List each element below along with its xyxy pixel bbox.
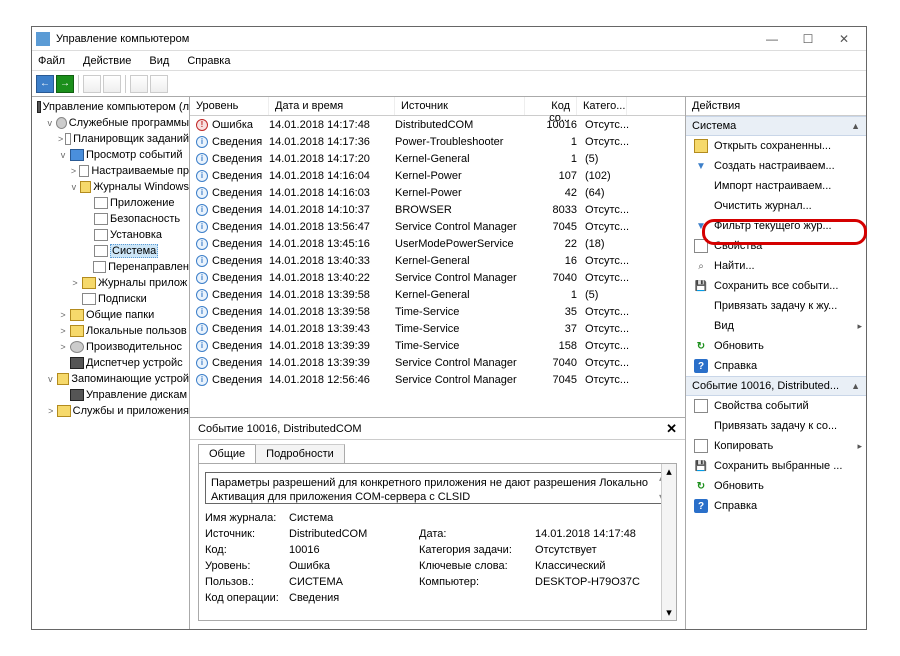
- toolbar-button[interactable]: [83, 75, 101, 93]
- table-row[interactable]: iСведения14.01.2018 13:39:39Time-Service…: [190, 337, 685, 354]
- action-item[interactable]: 💾Сохранить выбранные ...: [686, 456, 866, 476]
- action-item[interactable]: Привязать задачу к жу...: [686, 296, 866, 316]
- table-row[interactable]: iСведения14.01.2018 13:40:33Kernel-Gener…: [190, 252, 685, 269]
- detail-pane: Событие 10016, DistributedCOM ✕ Общие По…: [190, 417, 685, 629]
- action-item[interactable]: ?Справка: [686, 496, 866, 516]
- tree-node[interactable]: vСлужебные программы: [32, 115, 189, 131]
- tab-details[interactable]: Подробности: [255, 444, 345, 463]
- table-row[interactable]: iСведения14.01.2018 13:39:43Time-Service…: [190, 320, 685, 337]
- action-item[interactable]: ▼Создать настраиваем...: [686, 156, 866, 176]
- tree-node[interactable]: Диспетчер устройс: [32, 355, 189, 371]
- action-item[interactable]: ▼Фильтр текущего жур...: [686, 216, 866, 236]
- tree-node[interactable]: vЗапоминающие устрой: [32, 371, 189, 387]
- nav-forward-button[interactable]: →: [56, 75, 74, 93]
- table-row[interactable]: iСведения14.01.2018 14:10:37BROWSER8033О…: [190, 201, 685, 218]
- minimize-button[interactable]: —: [754, 28, 790, 50]
- action-item[interactable]: 💾Сохранить все событи...: [686, 276, 866, 296]
- tree-node[interactable]: >Планировщик заданий: [32, 131, 189, 147]
- detail-fields: Имя журналаСистема ИсточникDistributedCO…: [205, 512, 670, 604]
- tree-node[interactable]: >Журналы прилож: [32, 275, 189, 291]
- action-item[interactable]: ↻Обновить: [686, 336, 866, 356]
- nav-back-button[interactable]: ←: [36, 75, 54, 93]
- center-pane: Уровень Дата и время Источник Код со... …: [190, 97, 686, 629]
- toolbar-button[interactable]: [130, 75, 148, 93]
- actions-pane: Действия Система▲ Открыть сохраненны...▼…: [686, 97, 866, 629]
- action-item[interactable]: Копировать▸: [686, 436, 866, 456]
- action-item[interactable]: ↻Обновить: [686, 476, 866, 496]
- close-button[interactable]: ✕: [826, 28, 862, 50]
- toolbar: ← →: [32, 71, 866, 97]
- app-icon: [36, 32, 50, 46]
- col-datetime[interactable]: Дата и время: [269, 97, 395, 115]
- tree-node[interactable]: Подписки: [32, 291, 189, 307]
- col-category[interactable]: Катего...: [577, 97, 627, 115]
- table-row[interactable]: iСведения14.01.2018 14:17:36Power-Troubl…: [190, 133, 685, 150]
- table-row[interactable]: iСведения14.01.2018 14:17:20Kernel-Gener…: [190, 150, 685, 167]
- table-row[interactable]: iСведения14.01.2018 13:39:58Time-Service…: [190, 303, 685, 320]
- table-row[interactable]: iСведения14.01.2018 13:40:22Service Cont…: [190, 269, 685, 286]
- actions-section-system[interactable]: Система▲: [686, 116, 866, 136]
- table-row[interactable]: iСведения14.01.2018 14:16:03Kernel-Power…: [190, 184, 685, 201]
- actions-header: Действия: [686, 97, 866, 116]
- table-row[interactable]: !Ошибка14.01.2018 14:17:48DistributedCOM…: [190, 116, 685, 133]
- detail-close-icon[interactable]: ✕: [666, 421, 677, 437]
- tree-node[interactable]: >Настраиваемые пр: [32, 163, 189, 179]
- menu-help[interactable]: Справка: [185, 53, 232, 69]
- detail-message-text: Параметры разрешений для конкретного при…: [211, 477, 648, 503]
- col-level[interactable]: Уровень: [190, 97, 269, 115]
- tree-node[interactable]: >Общие папки: [32, 307, 189, 323]
- window-title: Управление компьютером: [56, 33, 754, 45]
- table-row[interactable]: iСведения14.01.2018 13:45:16UserModePowe…: [190, 235, 685, 252]
- action-item[interactable]: ?Справка: [686, 356, 866, 376]
- menubar: Файл Действие Вид Справка: [32, 51, 866, 71]
- col-code[interactable]: Код со...: [525, 97, 577, 115]
- action-item[interactable]: Очистить журнал...: [686, 196, 866, 216]
- tree-node[interactable]: vЖурналы Windows: [32, 179, 189, 195]
- tree-node[interactable]: Система: [32, 243, 189, 259]
- action-item[interactable]: Импорт настраиваем...: [686, 176, 866, 196]
- actions-section-event[interactable]: Событие 10016, Distributed...▲: [686, 376, 866, 396]
- menu-view[interactable]: Вид: [147, 53, 171, 69]
- detail-message: Параметры разрешений для конкретного при…: [205, 472, 670, 504]
- tree-node[interactable]: >Службы и приложения: [32, 403, 189, 419]
- tree-node[interactable]: Безопасность: [32, 211, 189, 227]
- table-row[interactable]: iСведения14.01.2018 13:56:47Service Cont…: [190, 218, 685, 235]
- action-item[interactable]: Привязать задачу к со...: [686, 416, 866, 436]
- tree-node[interactable]: Перенаправлен: [32, 259, 189, 275]
- detail-title: Событие 10016, DistributedCOM: [198, 423, 666, 435]
- action-item[interactable]: Свойства событий: [686, 396, 866, 416]
- nav-tree[interactable]: Управление компьютером (лvСлужебные прог…: [32, 97, 190, 629]
- event-grid[interactable]: Уровень Дата и время Источник Код со... …: [190, 97, 685, 417]
- col-source[interactable]: Источник: [395, 97, 525, 115]
- tree-node[interactable]: >Локальные пользов: [32, 323, 189, 339]
- window: Управление компьютером — ☐ ✕ Файл Действ…: [31, 26, 867, 630]
- action-item[interactable]: ⌕Найти...: [686, 256, 866, 276]
- maximize-button[interactable]: ☐: [790, 28, 826, 50]
- tree-node[interactable]: Установка: [32, 227, 189, 243]
- tree-node[interactable]: Управление дискам: [32, 387, 189, 403]
- action-item[interactable]: Свойства: [686, 236, 866, 256]
- action-item[interactable]: Вид▸: [686, 316, 866, 336]
- table-row[interactable]: iСведения14.01.2018 14:16:04Kernel-Power…: [190, 167, 685, 184]
- tree-node[interactable]: vПросмотр событий: [32, 147, 189, 163]
- table-row[interactable]: iСведения14.01.2018 13:39:39Service Cont…: [190, 354, 685, 371]
- grid-header[interactable]: Уровень Дата и время Источник Код со... …: [190, 97, 685, 116]
- tree-node[interactable]: >Производительнос: [32, 339, 189, 355]
- action-item[interactable]: Открыть сохраненны...: [686, 136, 866, 156]
- table-row[interactable]: iСведения14.01.2018 12:56:46Service Cont…: [190, 371, 685, 388]
- titlebar: Управление компьютером — ☐ ✕: [32, 27, 866, 51]
- menu-file[interactable]: Файл: [36, 53, 67, 69]
- toolbar-button[interactable]: [103, 75, 121, 93]
- toolbar-button[interactable]: [150, 75, 168, 93]
- tree-node[interactable]: Приложение: [32, 195, 189, 211]
- tree-node[interactable]: Управление компьютером (л: [32, 99, 189, 115]
- tab-general[interactable]: Общие: [198, 444, 256, 463]
- table-row[interactable]: iСведения14.01.2018 13:39:58Kernel-Gener…: [190, 286, 685, 303]
- menu-action[interactable]: Действие: [81, 53, 133, 69]
